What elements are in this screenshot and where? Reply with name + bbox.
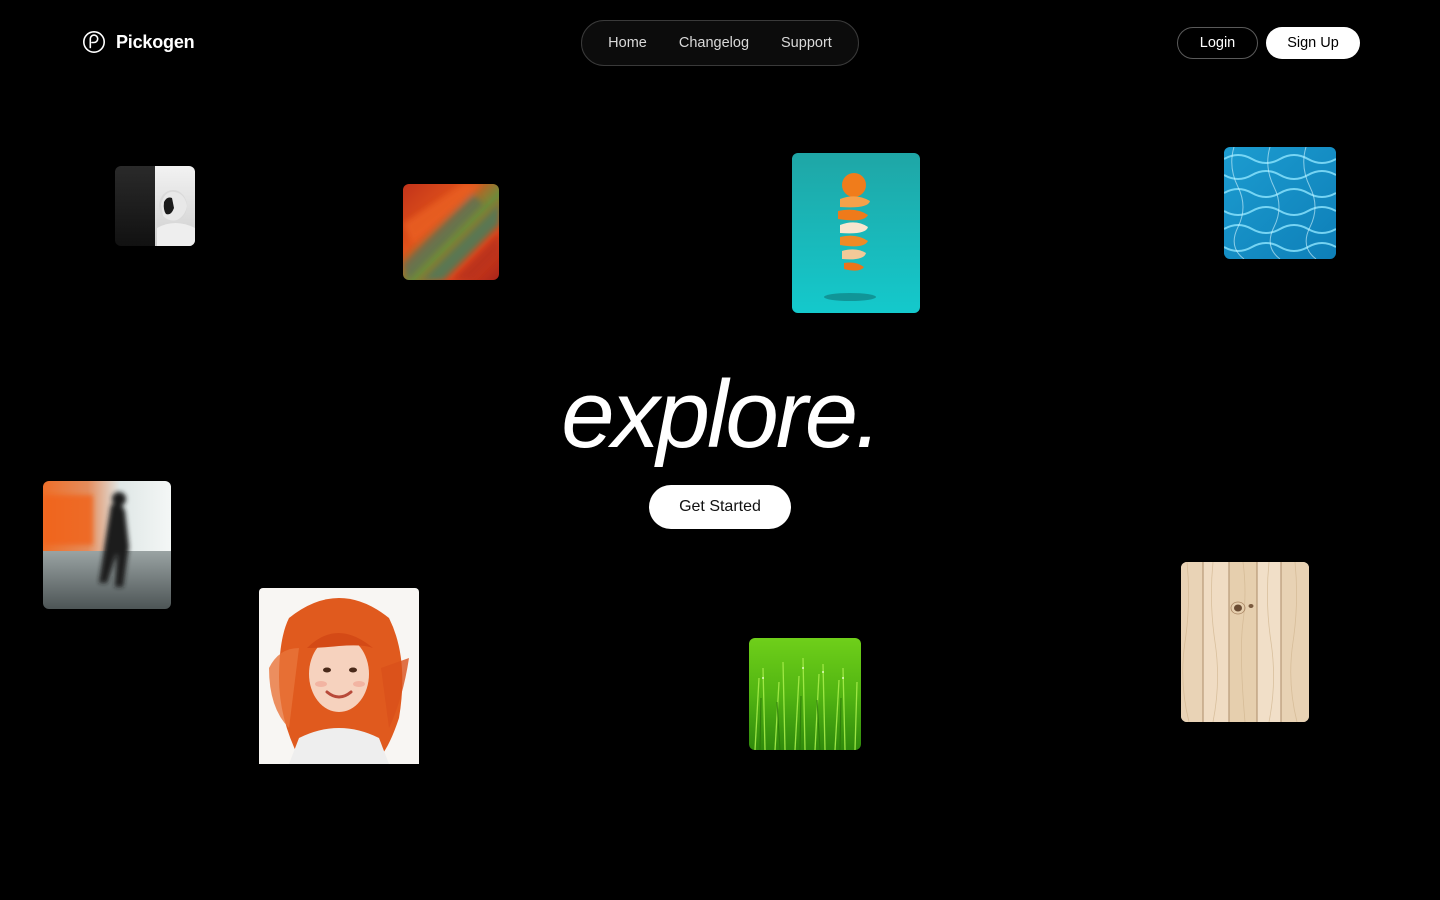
pickogen-logo-icon — [82, 30, 106, 54]
brand-name: Pickogen — [116, 31, 195, 52]
gallery-image-bw-profile[interactable] — [115, 166, 195, 246]
get-started-button[interactable]: Get Started — [649, 485, 791, 529]
login-button[interactable]: Login — [1177, 27, 1258, 59]
nav-home[interactable]: Home — [608, 35, 647, 51]
gallery-image-abstract-blur[interactable] — [403, 184, 499, 280]
gallery-image-redhead-portrait[interactable] — [259, 588, 419, 764]
gallery-image-grass[interactable] — [749, 638, 861, 750]
gallery-image-wood[interactable] — [1181, 562, 1309, 722]
main-nav: Home Changelog Support — [581, 20, 859, 66]
landing-page: Pickogen Home Changelog Support Login Si… — [0, 0, 1440, 900]
gallery-image-water[interactable] — [1224, 147, 1336, 259]
brand-home-link[interactable]: Pickogen — [82, 30, 195, 54]
gallery-image-walker[interactable] — [43, 481, 171, 609]
nav-support[interactable]: Support — [781, 35, 832, 51]
sign-up-button[interactable]: Sign Up — [1266, 27, 1360, 59]
hero-title: explore. — [561, 361, 882, 468]
gallery-image-orange-spiral[interactable] — [792, 153, 920, 313]
nav-changelog[interactable]: Changelog — [679, 35, 749, 51]
